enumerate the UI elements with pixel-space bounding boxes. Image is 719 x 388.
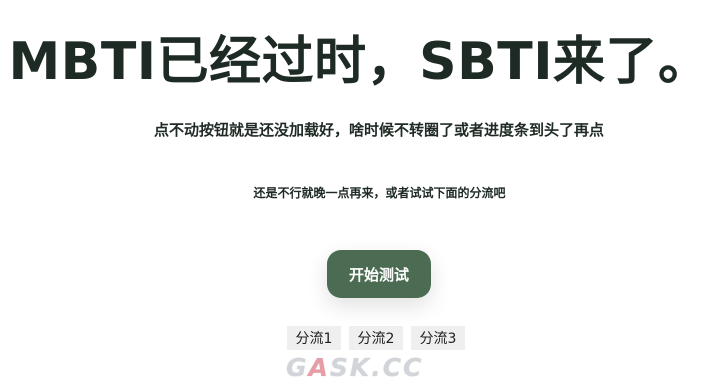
watermark-part2: SK.CC	[329, 353, 424, 382]
split-hint: 还是不行就晚一点再来，或者试试下面的分流吧	[253, 186, 506, 200]
watermark-accent: A	[308, 353, 330, 382]
split-link-1[interactable]: 分流1	[287, 326, 341, 350]
watermark-logo: GASK.CC	[286, 353, 434, 383]
loading-notice: 点不动按钮就是还没加载好，啥时候不转圈了或者进度条到头了再点	[153, 121, 604, 139]
split-link-2[interactable]: 分流2	[349, 326, 403, 350]
page-title: MBTI已经过时，SBTI来了。	[8, 32, 711, 92]
split-link-3[interactable]: 分流3	[411, 326, 465, 350]
watermark-part1: G	[286, 353, 309, 382]
start-test-button[interactable]: 开始测试	[327, 250, 431, 298]
split-links: 分流1 分流2 分流3	[287, 326, 465, 350]
